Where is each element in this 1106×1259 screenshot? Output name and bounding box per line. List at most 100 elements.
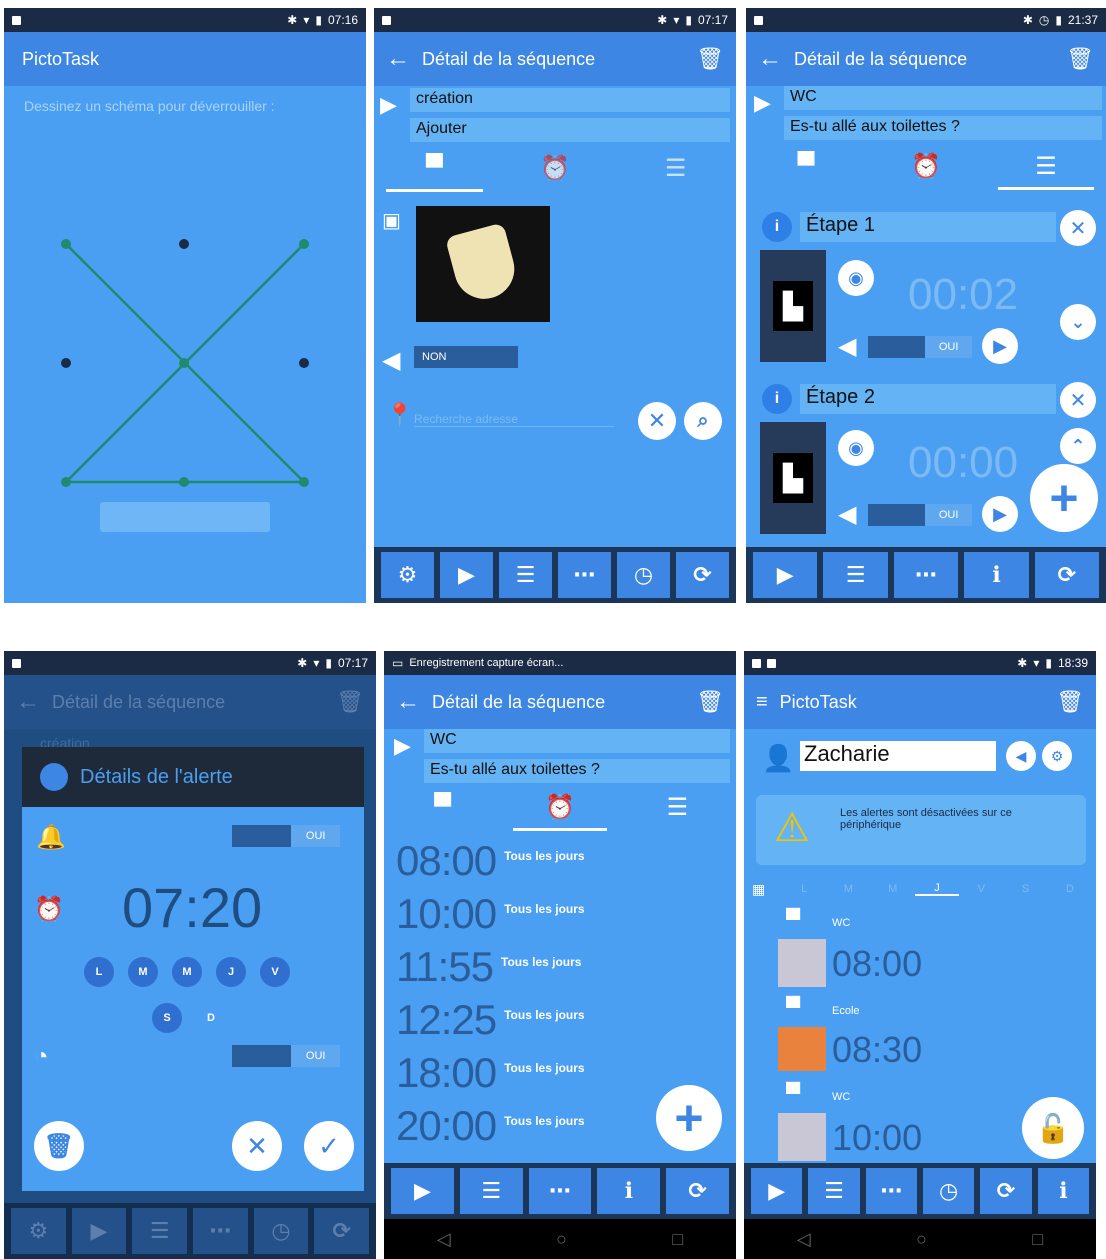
image-icon[interactable]: ▣	[382, 208, 401, 233]
more-button[interactable]: ⋯	[893, 552, 959, 598]
more-button[interactable]: ⋯	[528, 1168, 592, 1214]
step-duration[interactable]: 00:00	[908, 438, 1018, 488]
play-icon[interactable]: ▶	[380, 92, 397, 118]
play-button[interactable]: ▶	[751, 1168, 803, 1214]
info-button[interactable]: ℹ	[964, 552, 1029, 598]
user-name-field[interactable]: Zacharie	[800, 741, 996, 771]
list-button[interactable]: ☰	[499, 552, 552, 598]
alarm-item-3[interactable]: 11:55 Tous les jours	[396, 943, 581, 991]
confirm-button[interactable]: ✓	[304, 1121, 354, 1171]
timer-button[interactable]: ◷	[922, 1168, 975, 1214]
play-button[interactable]: ▶	[391, 1168, 454, 1214]
day-tab[interactable]: M	[871, 883, 915, 895]
trash-icon[interactable]: 🗑	[1056, 689, 1084, 715]
home-nav-icon[interactable]: ○	[556, 1229, 567, 1250]
add-alarm-button[interactable]: +	[656, 1085, 722, 1151]
day-monday[interactable]: L	[84, 957, 114, 987]
recents-nav-icon[interactable]: □	[672, 1229, 683, 1250]
list-button[interactable]: ☰	[823, 552, 888, 598]
menu-icon[interactable]: ≡	[756, 691, 768, 714]
speaker-icon[interactable]: ◀	[382, 346, 400, 375]
recents-nav-icon[interactable]: □	[1032, 1229, 1043, 1250]
schedule-item-1[interactable]: ▀ WC 08:00	[774, 909, 1084, 989]
back-arrow-icon[interactable]: ←	[396, 688, 420, 716]
camera-button[interactable]: ◉	[838, 430, 874, 466]
tab-steps[interactable]: ☰	[615, 148, 736, 188]
alarm-item-5[interactable]: 18:00 Tous les jours	[396, 1049, 585, 1097]
alarm-item-6[interactable]: 20:00 Tous les jours	[396, 1102, 585, 1150]
play-step-button[interactable]: ▶	[982, 496, 1018, 532]
sound-toggle[interactable]: NON	[414, 346, 518, 368]
step-sound-toggle[interactable]: OUI	[868, 336, 972, 358]
schedule-item-2[interactable]: ▀ Ecole 08:30	[774, 997, 1084, 1077]
alert-toggle[interactable]: OUI	[232, 825, 340, 847]
back-nav-icon[interactable]: ◁	[797, 1229, 811, 1250]
day-sunday[interactable]: D	[196, 1003, 226, 1033]
settings-button[interactable]: ⚙	[381, 552, 434, 598]
unlock-button[interactable]: 🔓	[1022, 1097, 1084, 1159]
day-wednesday[interactable]: M	[172, 957, 202, 987]
step-sound-toggle[interactable]: OUI	[868, 504, 972, 526]
sync-button[interactable]: ⟳	[676, 552, 729, 598]
sequence-subtitle-field[interactable]: Es-tu allé aux toilettes ?	[424, 759, 730, 783]
sync-button[interactable]: ⟳	[980, 1168, 1032, 1214]
step-label[interactable]: Étape 1	[800, 212, 1056, 242]
tab-alarm[interactable]: ⏰	[501, 787, 618, 831]
delete-alert-button[interactable]: 🗑	[34, 1121, 84, 1171]
trash-icon[interactable]: 🗑	[696, 689, 724, 715]
add-step-button[interactable]: +	[1030, 464, 1098, 532]
tab-alarm[interactable]: ⏰	[866, 146, 986, 186]
more-button[interactable]: ⋯	[865, 1168, 917, 1214]
sequence-name-field[interactable]: création	[410, 88, 730, 112]
step-picture[interactable]: ▙	[760, 250, 826, 362]
sequence-subtitle-field[interactable]: Es-tu allé aux toilettes ?	[784, 116, 1102, 140]
collapse-button[interactable]: ⌃	[1060, 428, 1096, 464]
info-button[interactable]: ℹ	[597, 1168, 661, 1214]
play-icon[interactable]: ▶	[754, 90, 771, 116]
tab-message[interactable]: ▀	[746, 146, 866, 186]
day-thursday[interactable]: J	[216, 957, 246, 987]
day-saturday[interactable]: S	[152, 1003, 182, 1033]
sequence-subtitle-field[interactable]: Ajouter	[410, 118, 730, 142]
play-button[interactable]: ▶	[440, 552, 493, 598]
info-icon[interactable]: i	[762, 384, 792, 414]
sequence-name-field[interactable]: WC	[424, 729, 730, 753]
list-button[interactable]: ☰	[808, 1168, 860, 1214]
step-duration[interactable]: 00:02	[908, 270, 1018, 320]
expand-button[interactable]: ⌄	[1060, 304, 1096, 340]
unlock-button[interactable]	[100, 502, 270, 532]
tab-message[interactable]: ▀	[374, 148, 495, 192]
tab-steps[interactable]: ☰	[619, 787, 736, 827]
play-step-button[interactable]: ▶	[982, 328, 1018, 364]
clear-button[interactable]: ✕	[638, 402, 676, 440]
day-tuesday[interactable]: M	[128, 957, 158, 987]
day-tab[interactable]: L	[782, 883, 826, 895]
day-tab[interactable]: M	[826, 883, 870, 895]
prev-user-button[interactable]: ◀	[1006, 741, 1036, 771]
list-button[interactable]: ☰	[459, 1168, 523, 1214]
sequence-picture[interactable]	[416, 206, 550, 322]
delete-step-button[interactable]: ✕	[1060, 210, 1096, 246]
back-arrow-icon[interactable]: ←	[386, 45, 410, 73]
timer-button[interactable]: ◷	[617, 552, 670, 598]
speaker-icon[interactable]: ◀	[838, 332, 856, 361]
step-label[interactable]: Étape 2	[800, 384, 1056, 414]
alarm-item-4[interactable]: 12:25 Tous les jours	[396, 996, 585, 1044]
info-button[interactable]: ℹ	[1037, 1168, 1089, 1214]
step-picture[interactable]: ▙	[760, 422, 826, 534]
more-button[interactable]: ⋯	[558, 552, 611, 598]
sync-button[interactable]: ⟳	[666, 1168, 729, 1214]
trash-icon[interactable]: 🗑	[696, 46, 724, 72]
alert-time[interactable]: 07:20	[122, 875, 262, 940]
delete-step-button[interactable]: ✕	[1060, 382, 1096, 418]
cancel-button[interactable]: ✕	[232, 1121, 282, 1171]
tab-alarm[interactable]: ⏰	[495, 148, 616, 188]
back-nav-icon[interactable]: ◁	[437, 1229, 451, 1250]
tab-message[interactable]: ▀	[384, 787, 501, 827]
day-friday[interactable]: V	[260, 957, 290, 987]
back-arrow-icon[interactable]: ←	[758, 45, 782, 73]
search-button[interactable]: ⌕	[684, 402, 722, 440]
day-tab[interactable]: S	[1003, 883, 1047, 895]
sync-button[interactable]: ⟳	[1034, 552, 1100, 598]
info-icon[interactable]: i	[762, 212, 792, 242]
